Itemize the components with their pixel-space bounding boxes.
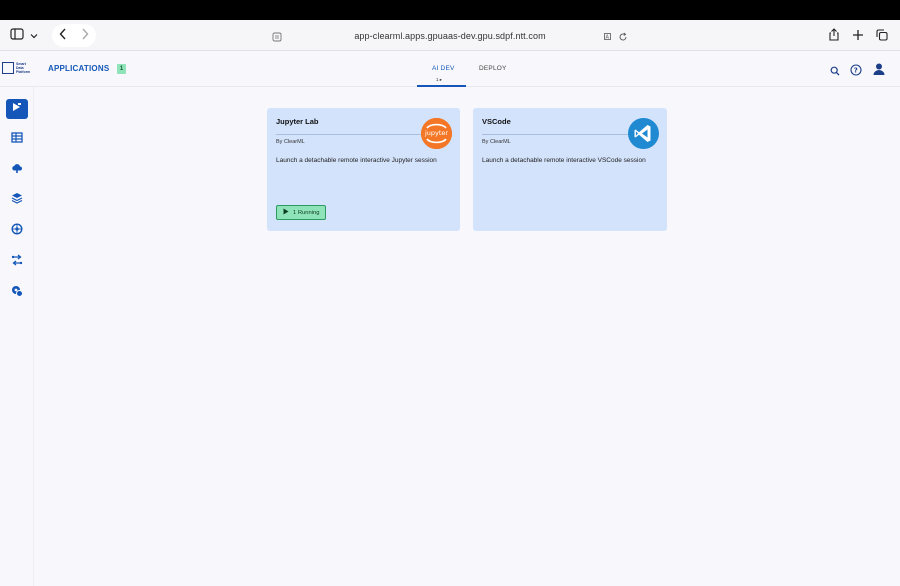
models-icon	[11, 284, 23, 302]
help-icon[interactable]: ?	[850, 63, 862, 81]
sidebar-item-dashboard[interactable]	[6, 129, 28, 149]
share-icon[interactable]	[828, 28, 840, 46]
logo-mark	[2, 62, 14, 74]
active-tab-indicator	[417, 85, 466, 87]
url-text: app-clearml.apps.gpuaas-dev.gpu.sdpf.ntt…	[354, 30, 546, 41]
forward-icon[interactable]	[81, 27, 89, 45]
status-bar	[0, 0, 900, 20]
card-divider	[276, 134, 426, 135]
chevron-down-icon[interactable]	[30, 27, 38, 45]
running-label: 1 Running	[293, 209, 320, 216]
tab-deploy[interactable]: DEPLOY	[479, 65, 507, 72]
network-icon	[11, 222, 23, 240]
running-sessions-button[interactable]: 1 Running	[276, 205, 326, 220]
sidebar-item-cloud[interactable]	[6, 160, 28, 180]
logo-text: Smart Data Platform	[16, 62, 31, 74]
cloud-icon	[11, 161, 23, 179]
user-avatar-icon[interactable]	[872, 62, 886, 81]
back-icon[interactable]	[59, 27, 67, 45]
vscode-logo-icon	[628, 118, 659, 149]
jupyter-logo-text: jupyter	[424, 129, 449, 137]
card-divider	[482, 134, 632, 135]
svg-text:A: A	[606, 35, 610, 41]
sidebar-item-applications[interactable]	[6, 99, 28, 119]
search-icon[interactable]	[830, 63, 840, 81]
pipeline-icon	[11, 253, 23, 271]
card-title: VSCode	[482, 117, 511, 126]
card-description: Launch a detachable remote interactive J…	[276, 157, 437, 164]
browser-toolbar: app-clearml.apps.gpuaas-dev.gpu.sdpf.ntt…	[0, 20, 900, 51]
applications-icon	[11, 100, 23, 118]
card-description: Launch a detachable remote interactive V…	[482, 157, 646, 164]
new-tab-icon[interactable]	[852, 28, 864, 46]
sidebar-item-resources[interactable]	[6, 283, 28, 303]
sidebar-item-models[interactable]	[6, 221, 28, 241]
layers-icon	[11, 191, 23, 209]
app-card-vscode[interactable]: VSCode By ClearML Launch a detachable re…	[473, 108, 667, 231]
translate-icon[interactable]: A	[604, 29, 614, 47]
sidebar-item-datasets[interactable]	[6, 190, 28, 210]
nav-buttons	[52, 24, 96, 47]
logo[interactable]: Smart Data Platform	[2, 62, 32, 74]
address-bar[interactable]: app-clearml.apps.gpuaas-dev.gpu.sdpf.ntt…	[262, 25, 638, 46]
reload-icon[interactable]	[618, 29, 628, 47]
sidebar	[0, 87, 34, 586]
sidebar-toggle-icon[interactable]	[10, 27, 24, 45]
card-author: By ClearML	[276, 139, 305, 145]
tab-ai-dev-count: 1 ▸	[436, 77, 443, 82]
card-author: By ClearML	[482, 139, 511, 145]
tabs-overview-icon[interactable]	[876, 28, 888, 46]
svg-text:?: ?	[854, 66, 858, 74]
card-title: Jupyter Lab	[276, 117, 319, 126]
app-card-jupyter[interactable]: Jupyter Lab By ClearML Launch a detachab…	[267, 108, 460, 231]
count-badge: 1	[117, 64, 126, 74]
app-root: Smart Data Platform APPLICATIONS 1 AI DE…	[0, 51, 900, 586]
app-header: Smart Data Platform APPLICATIONS 1 AI DE…	[0, 51, 900, 87]
page-settings-icon[interactable]	[272, 29, 282, 47]
dashboard-icon	[11, 130, 23, 148]
sidebar-item-pipelines[interactable]	[6, 252, 28, 272]
page-title: APPLICATIONS	[48, 64, 110, 73]
tab-ai-dev[interactable]: AI DEV	[432, 65, 455, 72]
jupyter-logo-icon: jupyter	[421, 118, 452, 149]
play-icon	[283, 208, 289, 217]
